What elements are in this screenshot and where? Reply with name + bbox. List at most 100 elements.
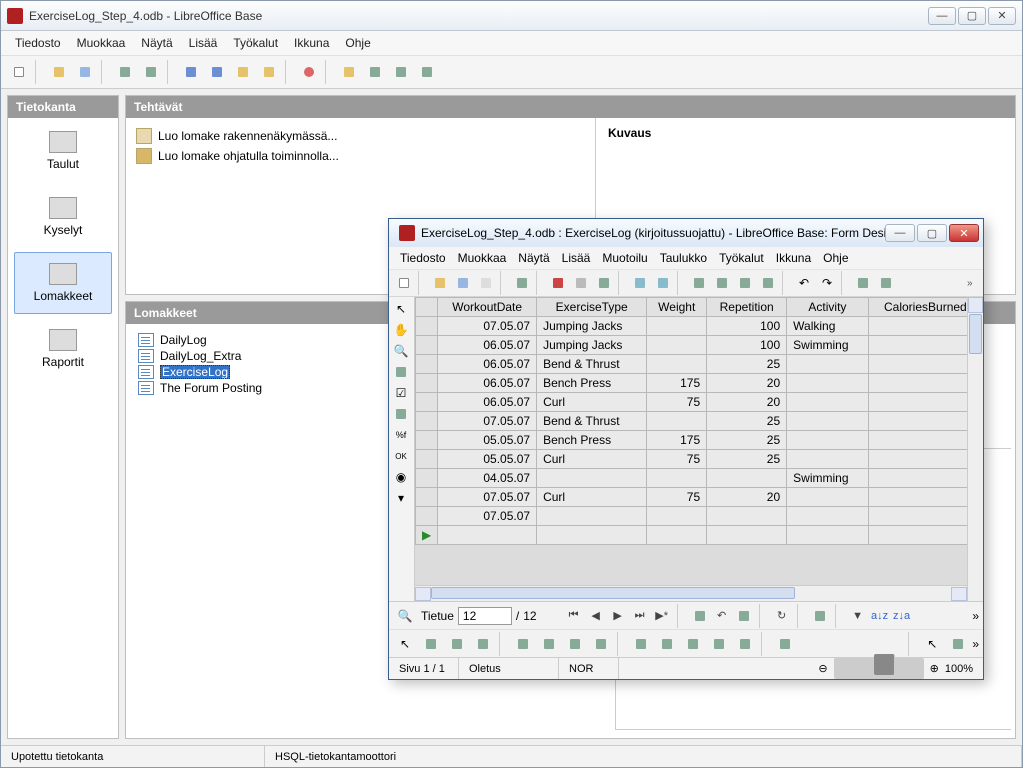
nav-overflow-icon[interactable]: » (972, 609, 979, 623)
cell-repetition[interactable] (707, 507, 787, 526)
cell-weight[interactable] (647, 336, 707, 355)
pointer-icon[interactable]: ↖ (391, 299, 411, 319)
col-caloriesburned[interactable]: CaloriesBurned (868, 298, 982, 317)
save-icon[interactable] (452, 272, 474, 294)
cell-caloriesburned[interactable] (868, 393, 982, 412)
select-icon[interactable]: ↖ (393, 632, 417, 656)
cell-exercisetype[interactable] (537, 507, 647, 526)
cell-weight[interactable]: 75 (647, 393, 707, 412)
cell-activity[interactable] (787, 431, 869, 450)
cell-workoutdate[interactable]: 06.05.07 (438, 374, 537, 393)
cmenu-lisaa[interactable]: Lisää (557, 250, 596, 266)
new-record-marker[interactable]: ▶ (416, 526, 438, 545)
mail-icon[interactable] (475, 272, 497, 294)
table-row[interactable]: 07.05.07Curl7520 (416, 488, 983, 507)
sort-icon[interactable] (811, 607, 829, 625)
new-record-icon[interactable]: ▶* (653, 607, 671, 625)
open-icon[interactable] (47, 60, 71, 84)
cell-caloriesburned[interactable] (868, 507, 982, 526)
row-handle[interactable] (416, 374, 438, 393)
format-paint-icon[interactable] (757, 272, 779, 294)
cell-workoutdate[interactable]: 07.05.07 (438, 507, 537, 526)
cell-activity[interactable]: Swimming (787, 469, 869, 488)
col-weight[interactable]: Weight (647, 298, 707, 317)
cell-workoutdate[interactable]: 06.05.07 (438, 355, 537, 374)
main-menubar[interactable]: Tiedosto Muokkaa Näytä Lisää Työkalut Ik… (1, 31, 1022, 55)
cell-workoutdate[interactable]: 06.05.07 (438, 336, 537, 355)
table-row[interactable]: 04.05.07Swimming1 (416, 469, 983, 488)
edit-mode-icon[interactable] (511, 272, 533, 294)
table-icon[interactable] (875, 272, 897, 294)
task-create-design[interactable]: Luo lomake rakennenäkymässä... (136, 126, 585, 146)
undo-record-icon[interactable]: ↶ (713, 607, 731, 625)
scroll-thumb[interactable] (969, 314, 982, 354)
next-record-icon[interactable]: ▶ (609, 607, 627, 625)
maximize-button[interactable]: ▢ (958, 7, 986, 25)
hscroll-thumb[interactable] (431, 587, 795, 599)
row-handle[interactable] (416, 469, 438, 488)
add-field-icon[interactable] (707, 632, 731, 656)
menu-ohje[interactable]: Ohje (339, 34, 376, 52)
more-controls-icon[interactable] (946, 632, 970, 656)
row-handle[interactable] (416, 431, 438, 450)
new-doc-icon[interactable] (393, 272, 415, 294)
vertical-scrollbar[interactable] (967, 297, 983, 601)
table-row[interactable]: 05.05.07Curl7525 (416, 450, 983, 469)
cell-repetition[interactable]: 20 (707, 488, 787, 507)
scroll-right-icon[interactable] (951, 587, 967, 601)
col-repetition[interactable]: Repetition (707, 298, 787, 317)
data-grid[interactable]: WorkoutDate ExerciseType Weight Repetiti… (415, 297, 983, 545)
cell-repetition[interactable]: 100 (707, 317, 787, 336)
sort-desc-nav-icon[interactable]: z↓a (893, 607, 911, 625)
cell-activity[interactable]: Swimming (787, 336, 869, 355)
empty-cell[interactable] (868, 526, 982, 545)
cell-activity[interactable] (787, 450, 869, 469)
zoom-out-icon[interactable]: ⊖ (818, 662, 827, 675)
cell-workoutdate[interactable]: 07.05.07 (438, 317, 537, 336)
copy-icon[interactable] (113, 60, 137, 84)
hand-icon[interactable]: ✋ (391, 320, 411, 340)
zoom-in-icon[interactable]: ⊕ (930, 662, 939, 675)
prev-record-icon[interactable]: ◀ (587, 607, 605, 625)
form-icon[interactable] (231, 60, 255, 84)
tb-delete-icon[interactable] (389, 60, 413, 84)
row-handle[interactable] (416, 317, 438, 336)
cmenu-taulukko[interactable]: Taulukko (655, 250, 712, 266)
hyperlink-icon[interactable] (852, 272, 874, 294)
col-workoutdate[interactable]: WorkoutDate (438, 298, 537, 317)
delete-record-icon[interactable] (735, 607, 753, 625)
cell-activity[interactable] (787, 393, 869, 412)
nav-reports[interactable]: Raportit (14, 318, 112, 380)
cell-exercisetype[interactable] (537, 469, 647, 488)
row-handle[interactable] (416, 412, 438, 431)
cell-repetition[interactable]: 25 (707, 412, 787, 431)
design-mode-icon[interactable] (419, 632, 443, 656)
cell-repetition[interactable]: 25 (707, 450, 787, 469)
save-icon[interactable] (73, 60, 97, 84)
menu-tyokalut[interactable]: Työkalut (227, 34, 284, 52)
cell-exercisetype[interactable]: Bend & Thrust (537, 412, 647, 431)
cell-caloriesburned[interactable] (868, 355, 982, 374)
label-icon[interactable] (391, 404, 411, 424)
cell-activity[interactable] (787, 412, 869, 431)
position-icon[interactable] (511, 632, 535, 656)
find-record-icon[interactable]: 🔍 (393, 604, 417, 628)
pointer2-icon[interactable]: ↖ (920, 632, 944, 656)
activation-icon[interactable] (733, 632, 757, 656)
menu-lisaa[interactable]: Lisää (183, 34, 224, 52)
record-current-input[interactable] (458, 607, 512, 625)
cell-weight[interactable]: 75 (647, 488, 707, 507)
cell-activity[interactable] (787, 355, 869, 374)
report-icon[interactable] (257, 60, 281, 84)
child-minimize-button[interactable]: ― (885, 224, 915, 242)
sort-desc-icon[interactable] (205, 60, 229, 84)
undo-icon[interactable]: ↶ (793, 272, 815, 294)
cell-caloriesburned[interactable] (868, 374, 982, 393)
cell-exercisetype[interactable]: Curl (537, 488, 647, 507)
cell-caloriesburned[interactable] (868, 431, 982, 450)
nav-tables[interactable]: Taulut (14, 120, 112, 182)
table-row[interactable]: 06.05.07Curl7520 (416, 393, 983, 412)
cell-repetition[interactable] (707, 469, 787, 488)
zoom-tool-icon[interactable]: 🔍 (391, 341, 411, 361)
cmenu-ikkuna[interactable]: Ikkuna (771, 250, 816, 266)
